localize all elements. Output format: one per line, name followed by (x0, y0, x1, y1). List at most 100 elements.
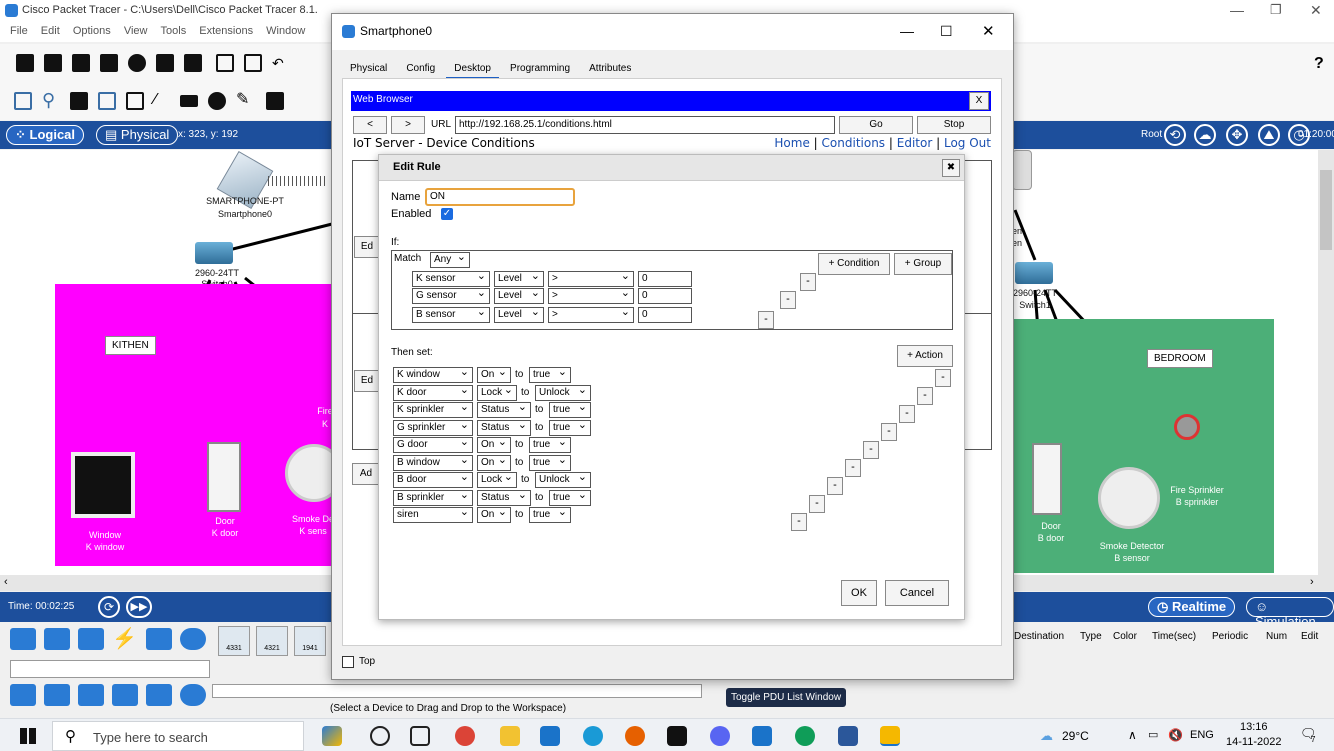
action-value-select[interactable]: true (529, 435, 571, 453)
stop-button[interactable]: Stop (917, 116, 991, 134)
device-category-connections-icon[interactable]: ⚡ (112, 628, 138, 650)
remove-action-button[interactable]: - (791, 513, 807, 531)
action-property-select[interactable]: Lock (477, 470, 517, 488)
action-device-select[interactable]: K window (393, 365, 473, 383)
chrome-icon[interactable] (455, 726, 475, 746)
tab-physical[interactable]: Physical (342, 60, 395, 77)
action-device-select[interactable]: B sprinkler (393, 488, 473, 506)
action-value-select[interactable]: true (549, 488, 591, 506)
device-category-wan-icon[interactable] (180, 628, 206, 650)
conditions-link[interactable]: Conditions (822, 136, 886, 150)
condition-value-input[interactable]: 0 (638, 271, 692, 287)
taskbar-time[interactable]: 13:16 (1240, 721, 1268, 733)
logout-link[interactable]: Log Out (944, 136, 991, 150)
action-device-select[interactable]: K door (393, 383, 473, 401)
remove-action-button[interactable]: - (917, 387, 933, 405)
ellipse-icon[interactable] (208, 92, 226, 110)
action-value-select[interactable]: true (549, 400, 591, 418)
match-select[interactable]: Any (430, 250, 470, 268)
bedroom-switch-icon[interactable] (1015, 262, 1053, 284)
toggle-pdu-button[interactable]: Toggle PDU List Window (726, 688, 847, 707)
menu-options[interactable]: Options (73, 25, 111, 37)
tab-config[interactable]: Config (398, 60, 443, 77)
taskbar-search-box[interactable]: ⚲ Type here to search (52, 721, 304, 751)
action-value-select[interactable]: true (549, 418, 591, 436)
remove-condition-button[interactable]: - (780, 291, 796, 309)
b-fire-sprinkler-icon[interactable] (1174, 414, 1200, 440)
forward-button[interactable]: > (391, 116, 425, 134)
condition-operator-select[interactable]: > (548, 305, 634, 323)
cloud-icon[interactable]: ☁ (1194, 124, 1216, 146)
action-device-select[interactable]: B door (393, 470, 473, 488)
subcat-6-icon[interactable] (180, 684, 206, 706)
move-icon[interactable]: ✥ (1226, 124, 1248, 146)
action-device-select[interactable]: G sprinkler (393, 418, 473, 436)
edge-icon[interactable] (583, 726, 603, 746)
discord-icon[interactable] (710, 726, 730, 746)
router-4321-icon[interactable]: 4321 (256, 626, 288, 656)
router-4331-icon[interactable]: 4331 (218, 626, 250, 656)
menu-view[interactable]: View (124, 25, 148, 37)
add-group-button[interactable]: + Group (894, 253, 952, 275)
web-browser-close-button[interactable]: X (969, 92, 989, 110)
resize-icon[interactable] (98, 92, 116, 110)
menu-file[interactable]: File (10, 25, 28, 37)
freeform-icon[interactable]: ✎ (236, 92, 254, 110)
cortana-icon[interactable] (370, 726, 390, 746)
open-file-icon[interactable] (44, 54, 62, 72)
action-value-select[interactable]: true (529, 505, 571, 523)
router-1941-icon[interactable]: 1941 (294, 626, 326, 656)
edit-rule-1-button[interactable]: Ed (354, 236, 380, 258)
add-condition-button[interactable]: + Condition (818, 253, 890, 275)
mail-icon[interactable] (540, 726, 560, 746)
bedroom-top-device-icon[interactable] (1012, 150, 1032, 190)
device-category-switches-icon[interactable] (44, 628, 70, 650)
b-door-icon[interactable] (1032, 443, 1062, 515)
dialog-minimize-icon[interactable]: — (900, 23, 914, 39)
physical-mode-button[interactable]: ▤ Physical (96, 125, 179, 145)
remove-condition-button[interactable]: - (800, 273, 816, 291)
subcat-2-icon[interactable] (44, 684, 70, 706)
condition-property-select[interactable]: Level (494, 305, 544, 323)
remove-action-button[interactable]: - (809, 495, 825, 513)
menu-tools[interactable]: Tools (161, 25, 187, 37)
root-label[interactable]: Root (1141, 129, 1162, 140)
condition-property-select[interactable]: Level (494, 286, 544, 304)
ok-button[interactable]: OK (841, 580, 877, 606)
remove-action-button[interactable]: - (935, 369, 951, 387)
minimize-icon[interactable]: — (1230, 2, 1244, 18)
go-button[interactable]: Go (839, 116, 913, 134)
cancel-button[interactable]: Cancel (885, 580, 949, 606)
search-icon[interactable]: ⚲ (42, 91, 60, 110)
packet-tracer-taskbar-icon[interactable] (880, 726, 900, 746)
condition-device-select[interactable]: G sensor (412, 286, 490, 304)
home-link[interactable]: Home (774, 136, 809, 150)
condition-operator-select[interactable]: > (548, 269, 634, 287)
action-property-select[interactable]: On (477, 505, 511, 523)
device-scroll-area[interactable] (212, 684, 702, 698)
action-property-select[interactable]: On (477, 435, 511, 453)
line-icon[interactable]: ∕ (154, 92, 172, 110)
close-icon[interactable]: ✕ (1310, 2, 1322, 19)
condition-device-select[interactable]: K sensor (412, 269, 490, 287)
taskbar-date[interactable]: 14-11-2022 (1226, 736, 1281, 748)
enabled-checkbox[interactable]: ✓ (441, 208, 453, 220)
action-value-select[interactable]: Unlock (535, 470, 591, 488)
condition-value-input[interactable]: 0 (638, 307, 692, 323)
scroll-left-icon[interactable]: ‹ (4, 576, 8, 588)
remove-action-button[interactable]: - (881, 423, 897, 441)
power-cycle-icon[interactable]: ⟳ (98, 596, 120, 618)
dialog-close-icon[interactable]: ✕ (982, 22, 995, 40)
top-checkbox[interactable] (342, 656, 354, 668)
switch0-icon[interactable] (195, 242, 233, 264)
device-category-routers-icon[interactable] (10, 628, 36, 650)
scroll-right-icon[interactable]: › (1310, 576, 1314, 588)
edit-rule-2-button[interactable]: Ed (354, 370, 380, 392)
tab-attributes[interactable]: Attributes (581, 60, 639, 77)
action-device-select[interactable]: K sprinkler (393, 400, 473, 418)
url-input[interactable]: http://192.168.25.1/conditions.html (455, 116, 835, 134)
action-device-select[interactable]: B window (393, 453, 473, 471)
action-property-select[interactable]: Lock (477, 383, 517, 401)
b-smoke-detector-icon[interactable] (1098, 467, 1160, 529)
simulation-mode-button[interactable]: ☺ Simulation (1246, 597, 1334, 629)
